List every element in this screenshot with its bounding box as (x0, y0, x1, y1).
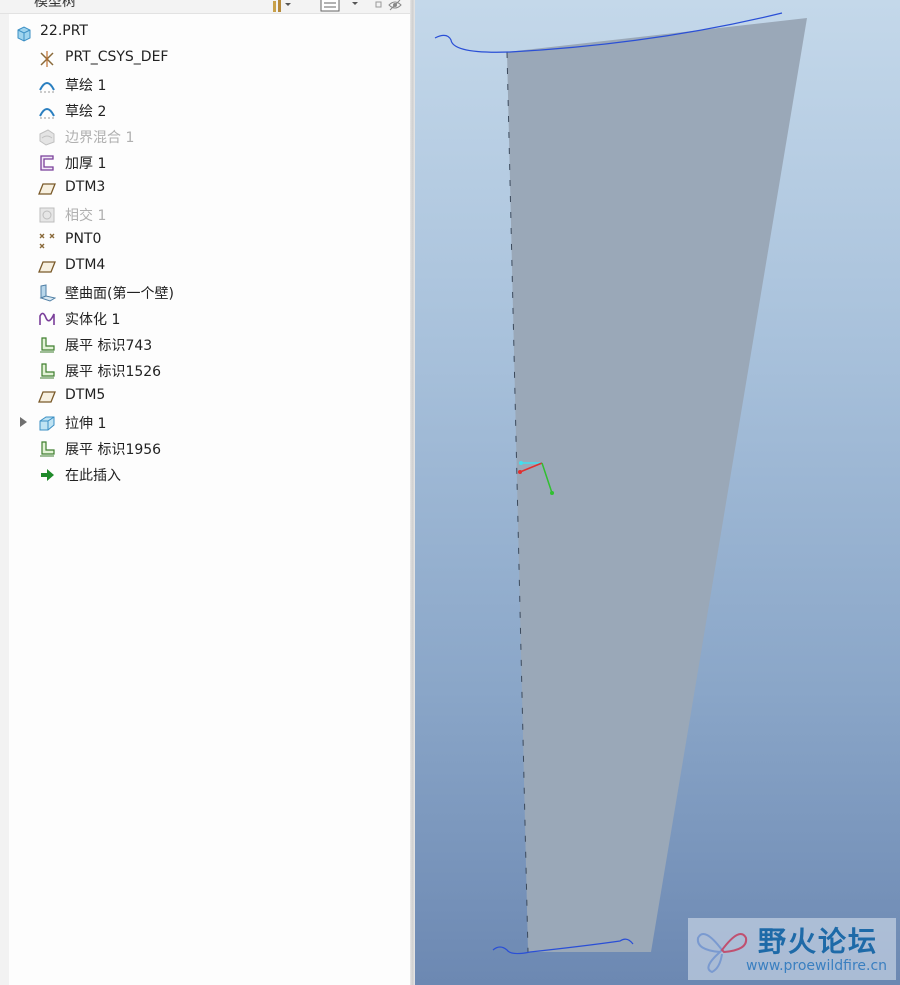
tree-item-csys[interactable]: PRT_CSYS_DEF (0, 46, 405, 72)
show-columns-icon[interactable] (270, 0, 292, 12)
part-icon (17, 26, 31, 42)
boundary-blend-icon (39, 129, 55, 146)
extrude-icon (39, 416, 55, 431)
graphics-viewport[interactable] (415, 0, 900, 985)
tree-item-label: PNT0 (65, 231, 102, 247)
datum-plane-icon (38, 261, 56, 273)
intersect-icon (39, 207, 55, 223)
tree-item-intersect[interactable]: 相交 1 (0, 202, 405, 228)
tree-item-label: 在此插入 (65, 468, 121, 484)
tree-item-thicken[interactable]: 加厚 1 (0, 150, 405, 176)
tree-item-label: 展平 标识1956 (65, 442, 162, 458)
tree-item-flatten-1956[interactable]: 展平 标识1956 (0, 436, 405, 462)
watermark-title: 野火论坛 (758, 925, 879, 958)
part-surface (507, 18, 807, 952)
tree-item-label: 实体化 1 (65, 312, 121, 328)
tree-item-solidify[interactable]: 实体化 1 (0, 306, 405, 332)
thicken-icon (40, 155, 54, 171)
flatten-icon (40, 441, 55, 457)
datum-point-icon (39, 233, 55, 249)
forum-watermark: 野火论坛 www.proewildfire.cn (688, 918, 896, 980)
tree-item-dtm5[interactable]: DTM5 (0, 384, 405, 410)
datum-plane-icon (38, 391, 56, 403)
tree-item-dtm3[interactable]: DTM3 (0, 176, 405, 202)
tree-item-label: DTM3 (65, 179, 106, 195)
expand-arrow-icon[interactable] (20, 417, 27, 427)
tree-item-label: 边界混合 1 (65, 130, 135, 146)
model-tree-header: 模型树 (0, 0, 410, 14)
tree-item-label: 展平 标识743 (65, 338, 153, 354)
tree-item-sketch-1[interactable]: 草绘 1 (0, 72, 405, 98)
sketch-icon (39, 108, 55, 119)
wall-surface-icon (39, 284, 56, 302)
tree-item-label: PRT_CSYS_DEF (65, 49, 169, 65)
tree-item-label: 加厚 1 (65, 156, 107, 172)
solidify-icon (39, 312, 55, 325)
tree-item-label: 拉伸 1 (65, 416, 107, 432)
tree-settings-icon[interactable] (320, 0, 360, 12)
tree-item-label: 展平 标识1526 (65, 364, 162, 380)
tree-item-label: 壁曲面(第一个壁) (65, 286, 174, 302)
flatten-icon (40, 363, 55, 379)
tree-item-pnt0[interactable]: PNT0 (0, 228, 405, 254)
tree-root-item[interactable]: 22.PRT (0, 20, 405, 46)
butterfly-logo-icon (696, 933, 748, 974)
visibility-icon[interactable] (375, 0, 403, 12)
tree-item-label: 草绘 2 (65, 104, 107, 120)
flatten-icon (40, 337, 55, 353)
tree-root-label: 22.PRT (40, 23, 88, 39)
model-tree-title: 模型树 (34, 0, 76, 10)
tree-item-label: 草绘 1 (65, 78, 107, 94)
tree-item-boundary-blend[interactable]: 边界混合 1 (0, 124, 405, 150)
tree-item-label: DTM4 (65, 257, 106, 273)
watermark-url: www.proewildfire.cn (746, 958, 888, 974)
tree-item-wall-surface[interactable]: 壁曲面(第一个壁) (0, 280, 405, 306)
csys-icon (40, 51, 54, 67)
datum-plane-icon (38, 183, 56, 195)
tree-item-sketch-2[interactable]: 草绘 2 (0, 98, 405, 124)
insert-here-arrow-icon (41, 469, 54, 481)
model-tree-panel: 模型树 22.PRT PRT_CSYS_DEF 草绘 1 草绘 2 边界混合 1… (0, 0, 410, 985)
tree-item-extrude[interactable]: 拉伸 1 (0, 410, 405, 436)
model-geometry (434, 12, 807, 955)
tree-item-flatten-743[interactable]: 展平 标识743 (0, 332, 405, 358)
tree-item-dtm4[interactable]: DTM4 (0, 254, 405, 280)
tree-item-label: 相交 1 (65, 208, 107, 224)
tree-item-flatten-1526[interactable]: 展平 标识1526 (0, 358, 405, 384)
sketch-icon (39, 82, 55, 93)
tree-item-label: DTM5 (65, 387, 106, 403)
tree-item-insert-here[interactable]: 在此插入 (0, 462, 405, 488)
